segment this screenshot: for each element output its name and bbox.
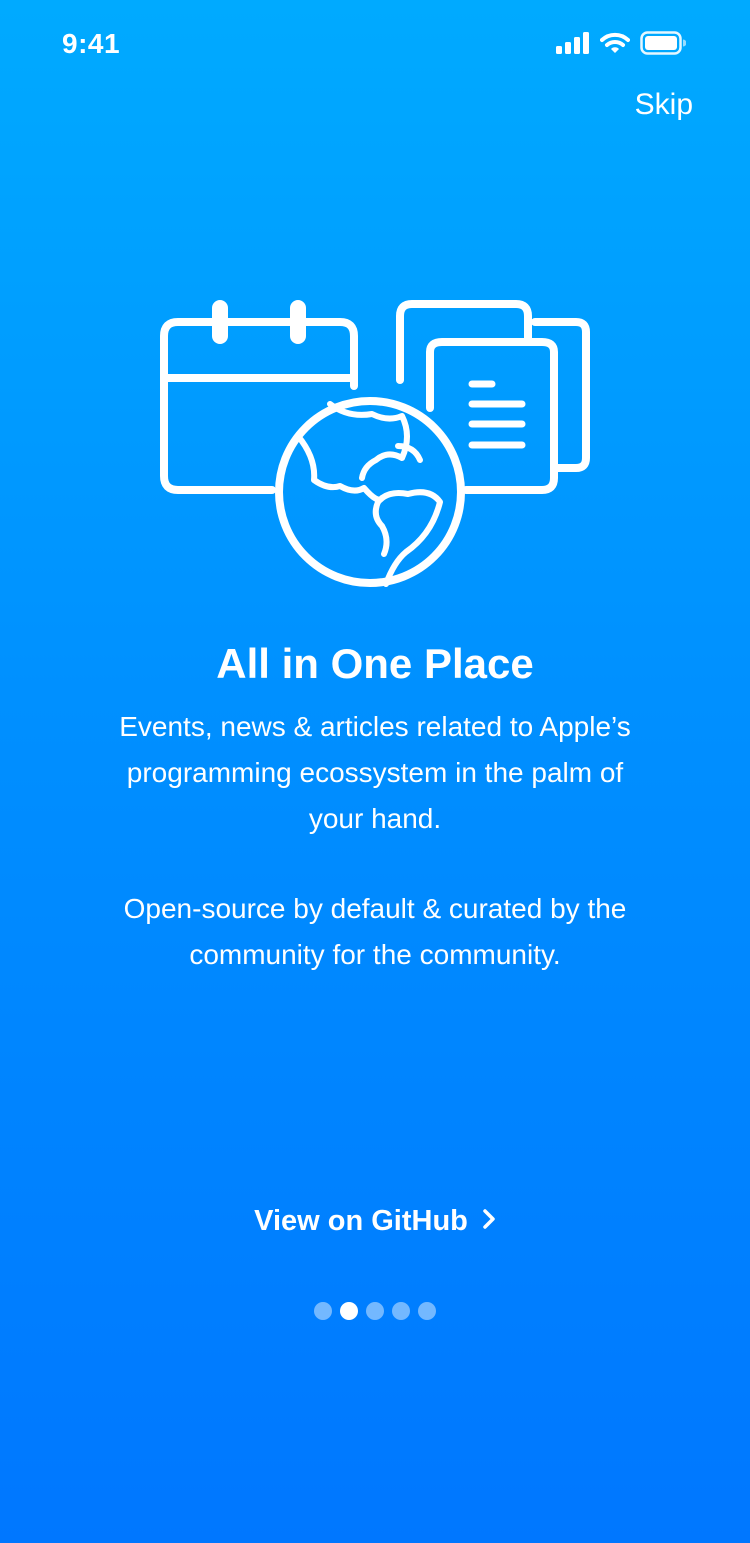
status-icons xyxy=(556,31,687,60)
documents-icon xyxy=(396,300,590,494)
onboarding-screen: 9:41 Skip All in One Place Events, news … xyxy=(0,0,750,1543)
page-dot-5[interactable] xyxy=(418,1302,436,1320)
hero-illustration xyxy=(150,290,600,600)
page-dot-2[interactable] xyxy=(340,1302,358,1320)
page-dot-4[interactable] xyxy=(392,1302,410,1320)
page-indicator xyxy=(0,1302,750,1320)
calendar-icon xyxy=(160,300,358,494)
chevron-right-icon xyxy=(482,1205,496,1238)
page-dot-3[interactable] xyxy=(366,1302,384,1320)
description-primary: Events, news & articles related to Apple… xyxy=(119,711,631,834)
status-bar: 9:41 xyxy=(0,0,750,88)
skip-button[interactable]: Skip xyxy=(635,88,693,122)
wifi-icon xyxy=(600,32,630,59)
description-secondary: Open-source by default & curated by the … xyxy=(123,893,627,970)
cellular-signal-icon xyxy=(556,32,590,59)
github-link-label: View on GitHub xyxy=(254,1205,468,1237)
page-dot-1[interactable] xyxy=(314,1302,332,1320)
view-on-github-button[interactable]: View on GitHub xyxy=(0,1205,750,1238)
battery-icon xyxy=(640,31,687,60)
page-title: All in One Place xyxy=(216,640,534,687)
status-time: 9:41 xyxy=(62,28,121,59)
globe-icon xyxy=(275,397,465,587)
